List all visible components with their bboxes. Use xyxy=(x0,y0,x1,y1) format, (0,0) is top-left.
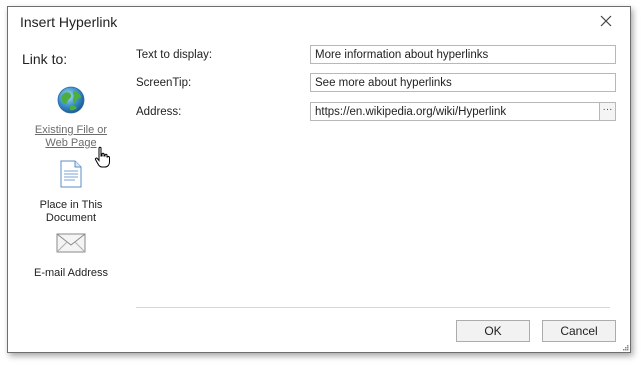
text-to-display-label: Text to display: xyxy=(136,49,213,61)
ok-button[interactable]: OK xyxy=(456,320,530,342)
screentip-label: ScreenTip: xyxy=(136,77,192,89)
nav-label-email-address: E-mail Address xyxy=(34,267,108,279)
text-to-display-input[interactable] xyxy=(310,45,616,64)
nav-label-place-in-document: Place in This Document xyxy=(39,199,103,224)
address-field: ··· xyxy=(310,102,616,121)
nav-email-address[interactable]: E-mail Address xyxy=(26,232,116,280)
nav-existing-file-or-web-page[interactable]: Existing File or Web Page xyxy=(26,85,116,150)
envelope-icon xyxy=(56,233,86,253)
separator xyxy=(136,307,610,308)
link-to-heading: Link to: xyxy=(22,51,68,67)
document-icon xyxy=(60,160,82,188)
close-button[interactable] xyxy=(598,13,614,29)
cancel-button[interactable]: Cancel xyxy=(542,320,616,342)
globe-icon xyxy=(57,86,85,114)
nav-place-in-this-document[interactable]: Place in This Document xyxy=(26,160,116,225)
browse-button[interactable]: ··· xyxy=(599,103,615,120)
insert-hyperlink-dialog: Insert Hyperlink Link to: Existing File … xyxy=(7,6,631,353)
address-input[interactable] xyxy=(311,103,605,120)
dialog-title: Insert Hyperlink xyxy=(20,14,118,30)
close-icon xyxy=(600,15,612,27)
screentip-input[interactable] xyxy=(310,73,616,92)
resize-grip-icon[interactable] xyxy=(621,343,629,351)
address-label: Address: xyxy=(136,106,182,118)
